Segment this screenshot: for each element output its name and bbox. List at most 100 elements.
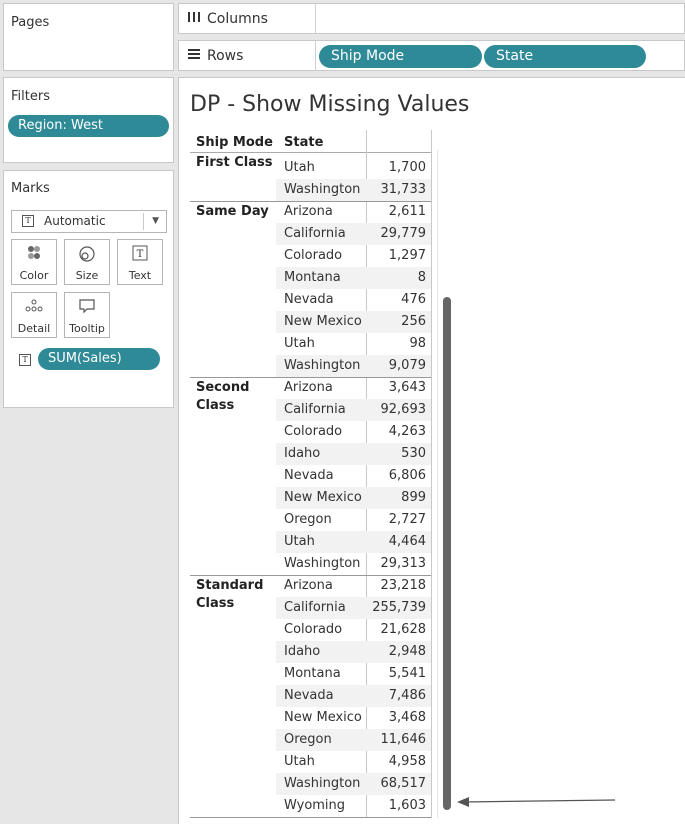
sales-cell[interactable]: 2,727 bbox=[368, 509, 426, 531]
state-cell[interactable]: Idaho bbox=[284, 641, 320, 663]
sales-cell[interactable]: 5,541 bbox=[368, 663, 426, 685]
sales-cell[interactable]: 29,779 bbox=[368, 223, 427, 245]
pages-card[interactable]: Pages bbox=[3, 3, 174, 71]
sales-cell[interactable]: 4,958 bbox=[368, 751, 426, 773]
rows-shelf[interactable]: Rows Ship Mode State bbox=[178, 40, 685, 71]
sales-cell[interactable]: 2,948 bbox=[368, 641, 426, 663]
state-cell[interactable]: Utah bbox=[284, 157, 315, 179]
tooltip-button-label: Tooltip bbox=[69, 322, 105, 335]
state-cell[interactable]: Arizona bbox=[284, 377, 333, 399]
state-cell[interactable]: New Mexico bbox=[284, 487, 362, 509]
state-cell[interactable]: Montana bbox=[284, 267, 341, 289]
sales-cell[interactable]: 98 bbox=[368, 333, 426, 355]
sales-cell[interactable]: 29,313 bbox=[368, 553, 427, 575]
state-cell[interactable]: Wyoming bbox=[284, 795, 345, 817]
sales-cell[interactable]: 530 bbox=[368, 443, 426, 465]
group-label[interactable]: Same Day bbox=[196, 203, 278, 221]
sales-cell[interactable]: 9,079 bbox=[368, 355, 426, 377]
sales-cell[interactable]: 6,806 bbox=[368, 465, 426, 487]
group-label[interactable]: Standard Class bbox=[196, 577, 278, 613]
text-box-icon: T bbox=[118, 245, 162, 265]
svg-text:T: T bbox=[137, 249, 144, 260]
state-cell[interactable]: Colorado bbox=[284, 245, 342, 267]
sales-cell[interactable]: 2,611 bbox=[368, 201, 426, 223]
size-button[interactable]: Size bbox=[64, 239, 110, 285]
mark-type-dropdown[interactable]: T Automatic ▼ bbox=[11, 210, 167, 233]
sales-cell[interactable]: 68,517 bbox=[368, 773, 427, 795]
marks-title: Marks bbox=[11, 181, 50, 196]
state-cell[interactable]: Colorado bbox=[284, 421, 342, 443]
state-cell[interactable]: Utah bbox=[284, 531, 315, 553]
columns-label: Columns bbox=[207, 11, 268, 27]
text-button[interactable]: T Text bbox=[117, 239, 163, 285]
state-cell[interactable]: Colorado bbox=[284, 619, 342, 641]
size-button-label: Size bbox=[75, 269, 99, 282]
filters-card[interactable]: Filters Region: West bbox=[3, 77, 174, 163]
color-dots-icon bbox=[12, 245, 56, 265]
rows-label: Rows bbox=[207, 48, 244, 64]
text-mark-icon: T bbox=[22, 215, 34, 227]
state-cell[interactable]: California bbox=[284, 399, 346, 421]
sales-cell[interactable]: 1,603 bbox=[368, 795, 426, 817]
detail-button[interactable]: Detail bbox=[11, 292, 57, 338]
sales-cell[interactable]: 31,733 bbox=[368, 179, 427, 201]
mark-type-value: Automatic bbox=[44, 214, 106, 228]
view-title: DP - Show Missing Values bbox=[190, 92, 470, 117]
state-cell[interactable]: Nevada bbox=[284, 289, 334, 311]
sales-cell[interactable]: 7,486 bbox=[368, 685, 426, 707]
color-button-label: Color bbox=[19, 269, 49, 282]
state-cell[interactable]: Idaho bbox=[284, 443, 320, 465]
state-cell[interactable]: Washington bbox=[284, 773, 360, 795]
text-mark-field-icon: T bbox=[19, 354, 31, 366]
rows-pill-ship-mode[interactable]: Ship Mode bbox=[319, 45, 482, 68]
state-cell[interactable]: Nevada bbox=[284, 465, 334, 487]
detail-button-label: Detail bbox=[17, 322, 51, 335]
sales-cell[interactable]: 4,263 bbox=[368, 421, 426, 443]
color-button[interactable]: Color bbox=[11, 239, 57, 285]
text-button-label: Text bbox=[128, 269, 152, 282]
sales-cell[interactable]: 92,693 bbox=[368, 399, 427, 421]
state-cell[interactable]: Utah bbox=[284, 333, 315, 355]
state-cell[interactable]: Washington bbox=[284, 179, 360, 201]
state-cell[interactable]: New Mexico bbox=[284, 311, 362, 333]
sales-cell[interactable]: 256 bbox=[368, 311, 426, 333]
state-cell[interactable]: Arizona bbox=[284, 575, 333, 597]
state-cell[interactable]: Nevada bbox=[284, 685, 334, 707]
sales-cell[interactable]: 8 bbox=[368, 267, 426, 289]
vertical-scrollbar[interactable] bbox=[443, 297, 451, 810]
state-cell[interactable]: Oregon bbox=[284, 509, 332, 531]
sum-sales-pill[interactable]: SUM(Sales) bbox=[38, 348, 160, 370]
sales-cell[interactable]: 899 bbox=[368, 487, 426, 509]
sales-cell[interactable]: 1,700 bbox=[368, 157, 426, 179]
state-cell[interactable]: Washington bbox=[284, 355, 360, 377]
sales-cell[interactable]: 23,218 bbox=[368, 575, 427, 597]
columns-shelf[interactable]: Columns bbox=[178, 3, 685, 34]
header-state[interactable]: State bbox=[284, 135, 323, 150]
header-ship-mode[interactable]: Ship Mode bbox=[196, 135, 273, 150]
detail-dots-icon bbox=[12, 298, 56, 318]
state-cell[interactable]: California bbox=[284, 597, 346, 619]
sales-cell[interactable]: 11,646 bbox=[368, 729, 427, 751]
state-cell[interactable]: Montana bbox=[284, 663, 341, 685]
marks-card: Marks T Automatic ▼ Color Size T Text De… bbox=[3, 170, 174, 408]
sales-cell[interactable]: 476 bbox=[368, 289, 426, 311]
group-label[interactable]: First Class bbox=[196, 154, 278, 172]
state-cell[interactable]: Washington bbox=[284, 553, 360, 575]
filter-pill-region[interactable]: Region: West bbox=[8, 115, 169, 137]
sales-cell[interactable]: 21,628 bbox=[368, 619, 427, 641]
sales-cell[interactable]: 1,297 bbox=[368, 245, 426, 267]
state-cell[interactable]: Utah bbox=[284, 751, 315, 773]
group-label[interactable]: Second Class bbox=[196, 379, 278, 415]
tooltip-button[interactable]: Tooltip bbox=[64, 292, 110, 338]
state-cell[interactable]: California bbox=[284, 223, 346, 245]
rows-pill-state[interactable]: State bbox=[484, 45, 646, 68]
sales-cell[interactable]: 3,468 bbox=[368, 707, 426, 729]
sales-cell[interactable]: 4,464 bbox=[368, 531, 426, 553]
sales-cell[interactable]: 3,643 bbox=[368, 377, 426, 399]
state-cell[interactable]: Arizona bbox=[284, 201, 333, 223]
state-cell[interactable]: Oregon bbox=[284, 729, 332, 751]
state-cell[interactable]: New Mexico bbox=[284, 707, 362, 729]
annotation-arrow bbox=[457, 797, 616, 807]
chevron-down-icon: ▼ bbox=[152, 216, 159, 226]
sales-cell[interactable]: 255,739 bbox=[368, 597, 426, 619]
